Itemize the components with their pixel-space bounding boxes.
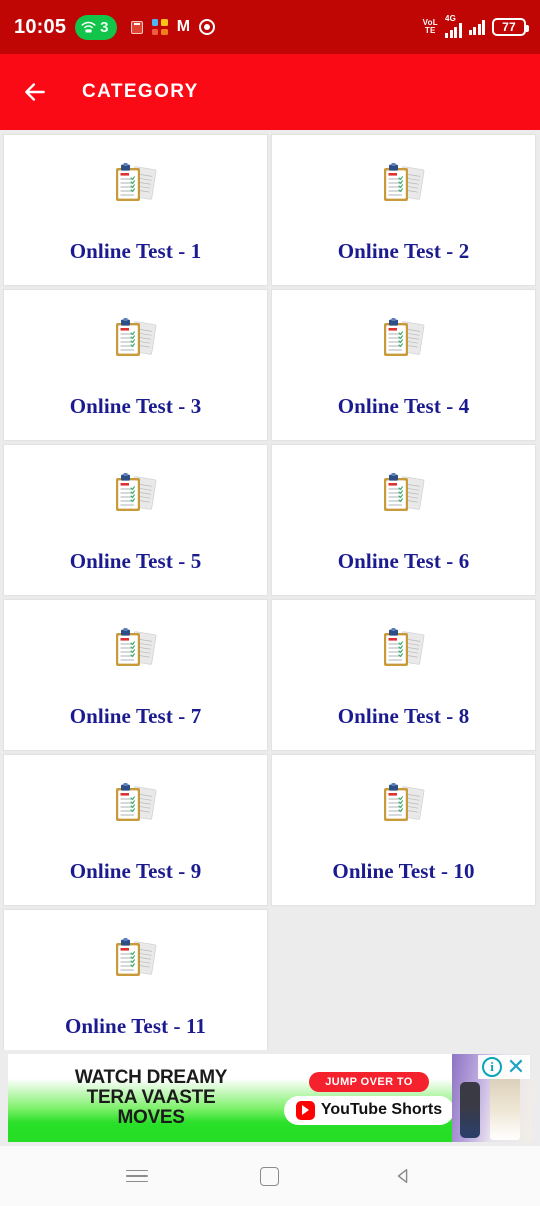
ad-headline-line-1: WATCH DREAMY — [74, 1067, 228, 1088]
ad-headline: WATCH DREAMY TERA VAASTE MOVES — [26, 1068, 276, 1128]
status-bar-right: VoL TE 4G 77 — [423, 14, 529, 38]
volte-indicator: VoL TE — [423, 19, 438, 35]
category-card[interactable]: Online Test - 4 — [271, 289, 536, 441]
clipboard-test-icon — [115, 473, 156, 511]
clipboard-test-icon — [115, 783, 156, 821]
category-card[interactable]: Online Test - 5 — [3, 444, 268, 596]
ad-controls[interactable]: i ✕ — [478, 1055, 530, 1079]
ad-cta-pill[interactable]: JUMP OVER TO — [309, 1071, 429, 1092]
card-icon — [110, 782, 162, 832]
status-bar-clock: 10:05 — [14, 15, 67, 38]
signal-bars-2 — [468, 19, 485, 35]
hotspot-count: 3 — [100, 18, 109, 36]
card-icon — [378, 627, 430, 677]
clipboard-test-icon — [383, 628, 424, 666]
card-label: Online Test - 11 — [64, 1014, 207, 1038]
ad-content[interactable]: WATCH DREAMY TERA VAASTE MOVES JUMP OVER… — [8, 1054, 532, 1142]
wifi-tether-icon — [81, 21, 96, 32]
youtube-shorts-icon — [295, 1100, 315, 1120]
card-icon — [110, 317, 162, 367]
ad-close-icon[interactable]: ✕ — [506, 1056, 526, 1078]
ad-info-icon[interactable]: i — [482, 1057, 502, 1077]
calendar-icon — [130, 20, 143, 34]
battery-percent: 77 — [502, 20, 516, 34]
clipboard-test-icon — [383, 163, 424, 201]
clipboard-test-icon — [383, 473, 424, 511]
card-icon — [110, 627, 162, 677]
card-label: Online Test - 2 — [337, 239, 470, 263]
status-bar-left: 10:05 3 M — [14, 14, 216, 40]
card-label: Online Test - 1 — [69, 239, 202, 263]
card-label: Online Test - 4 — [337, 394, 470, 418]
card-icon — [378, 317, 430, 367]
category-card[interactable]: Online Test - 8 — [271, 599, 536, 751]
volte-line-2: TE — [424, 26, 436, 35]
category-card[interactable]: Online Test - 9 — [3, 754, 268, 906]
ad-headline-line-3: MOVES — [117, 1107, 185, 1128]
nav-home-button[interactable] — [253, 1159, 287, 1193]
phone-screen: 10:05 3 M VoL TE 4G 77 CATEGORY Online T… — [0, 0, 540, 1206]
card-icon — [110, 472, 162, 522]
signal-bars-1 — [445, 22, 462, 38]
card-icon — [378, 472, 430, 522]
home-icon — [260, 1166, 280, 1186]
card-label: Online Test - 5 — [69, 549, 202, 573]
card-icon — [378, 162, 430, 212]
category-card[interactable]: Online Test - 11 — [3, 909, 268, 1061]
chrome-icon — [199, 19, 216, 35]
card-label: Online Test - 7 — [69, 704, 202, 728]
category-grid: Online Test - 1 Online Test - 2 Online T… — [0, 130, 540, 1061]
card-icon — [378, 782, 430, 832]
clipboard-test-icon — [115, 163, 156, 201]
back-triangle-icon — [398, 1168, 408, 1184]
clipboard-test-icon — [115, 628, 156, 666]
ad-call-to-action[interactable]: JUMP OVER TO YouTube Shorts — [284, 1071, 454, 1125]
hotspot-badge: 3 — [75, 14, 117, 40]
category-card[interactable]: Online Test - 7 — [3, 599, 268, 751]
status-bar-notification-icons: M — [130, 18, 216, 35]
status-bar: 10:05 3 M VoL TE 4G 77 — [0, 0, 540, 54]
clipboard-test-icon — [383, 318, 424, 356]
category-card[interactable]: Online Test - 1 — [3, 134, 268, 286]
ad-headline-line-2: TERA VAASTE — [86, 1087, 216, 1108]
battery-indicator: 77 — [492, 18, 529, 36]
slack-icon — [151, 19, 168, 35]
category-card[interactable]: Online Test - 6 — [271, 444, 536, 596]
network-type-label: 4G — [445, 14, 457, 23]
gmail-icon: M — [176, 18, 191, 35]
ad-banner[interactable]: WATCH DREAMY TERA VAASTE MOVES JUMP OVER… — [0, 1050, 540, 1146]
category-card[interactable]: Online Test - 10 — [271, 754, 536, 906]
youtube-shorts-badge[interactable]: YouTube Shorts — [284, 1095, 454, 1125]
card-label: Online Test - 3 — [69, 394, 202, 418]
card-label: Online Test - 8 — [337, 704, 470, 728]
clipboard-test-icon — [115, 318, 156, 356]
youtube-shorts-label: YouTube Shorts — [320, 1101, 443, 1118]
card-label: Online Test - 10 — [332, 859, 475, 883]
card-label: Online Test - 6 — [337, 549, 470, 573]
nav-back-button[interactable] — [386, 1159, 420, 1193]
category-card[interactable]: Online Test - 2 — [271, 134, 536, 286]
page-title: CATEGORY — [82, 81, 199, 102]
category-card[interactable]: Online Test - 3 — [3, 289, 268, 441]
signal-strength-primary: 4G — [445, 14, 462, 38]
system-navigation-bar — [0, 1146, 540, 1206]
app-bar: CATEGORY — [0, 54, 540, 130]
nav-recents-button[interactable] — [120, 1159, 154, 1193]
card-label: Online Test - 9 — [69, 859, 202, 883]
back-arrow-icon[interactable] — [22, 79, 48, 105]
card-icon — [110, 937, 162, 987]
recents-icon — [125, 1166, 148, 1187]
clipboard-test-icon — [115, 938, 156, 976]
card-icon — [110, 162, 162, 212]
clipboard-test-icon — [383, 783, 424, 821]
